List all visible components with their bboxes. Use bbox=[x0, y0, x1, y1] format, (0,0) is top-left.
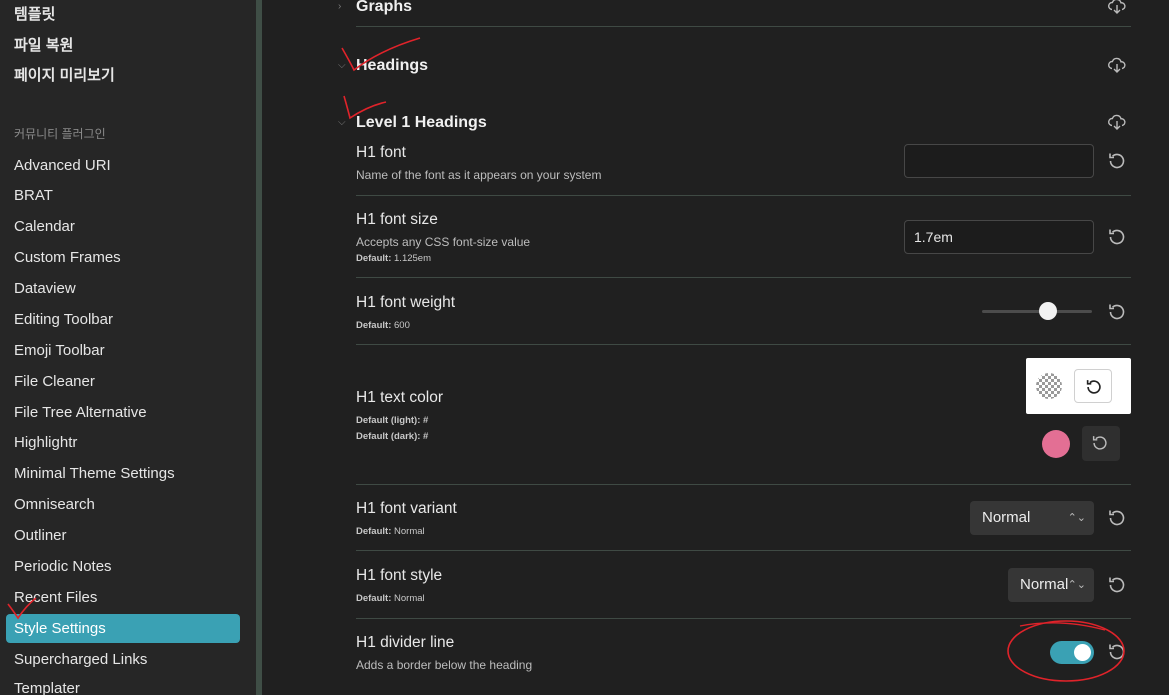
divider bbox=[356, 618, 1131, 619]
sidebar-item-file-recovery[interactable]: 파일 복원 bbox=[6, 31, 240, 60]
setting-default-light: Default (light): # bbox=[356, 415, 429, 426]
sidebar-item-dataview[interactable]: Dataview bbox=[6, 274, 240, 303]
light-color-picker bbox=[1026, 358, 1131, 414]
reset-icon[interactable] bbox=[1106, 641, 1128, 663]
setting-default-h1-font-weight: Default: 600 bbox=[356, 320, 410, 331]
sidebar-item-advanced-uri[interactable]: Advanced URI bbox=[6, 151, 240, 180]
reset-icon[interactable] bbox=[1106, 301, 1128, 323]
setting-title-h1-text-color: H1 text color bbox=[356, 389, 444, 406]
sidebar-section-community-plugins: 커뮤니티 플러그인 bbox=[14, 127, 106, 141]
setting-default-h1-font-variant: Default: Normal bbox=[356, 526, 425, 537]
sidebar-item-minimal-theme-settings[interactable]: Minimal Theme Settings bbox=[6, 459, 240, 488]
reset-icon[interactable] bbox=[1106, 507, 1128, 529]
chevron-down-icon: ⌵ bbox=[338, 60, 346, 71]
sidebar-item-omnisearch[interactable]: Omnisearch bbox=[6, 490, 240, 519]
sidebar-item-custom-frames[interactable]: Custom Frames bbox=[6, 243, 240, 272]
setting-default-h1-font-style: Default: Normal bbox=[356, 593, 425, 604]
download-icon[interactable] bbox=[1107, 0, 1127, 16]
sidebar-item-outliner[interactable]: Outliner bbox=[6, 521, 240, 550]
sidebar-item-templates[interactable]: 템플릿 bbox=[6, 0, 240, 29]
toggle-knob bbox=[1074, 644, 1091, 661]
chevron-down-icon: ⌵ bbox=[338, 117, 346, 128]
dark-color-reset-button[interactable] bbox=[1082, 426, 1120, 461]
sidebar-item-brat[interactable]: BRAT bbox=[6, 181, 240, 210]
sidebar-item-file-tree-alternative[interactable]: File Tree Alternative bbox=[6, 398, 240, 427]
chevron-right-icon: › bbox=[338, 1, 342, 12]
setting-title-h1-font-style: H1 font style bbox=[356, 567, 443, 584]
sidebar-item-periodic-notes[interactable]: Periodic Notes bbox=[6, 552, 240, 581]
setting-desc-h1-font-size: Accepts any CSS font-size value bbox=[356, 235, 531, 249]
sidebar-item-style-settings[interactable]: Style Settings bbox=[6, 614, 240, 643]
sidebar-item-file-cleaner[interactable]: File Cleaner bbox=[6, 367, 240, 396]
chevron-updown-icon: ⌃⌄ bbox=[1067, 512, 1086, 524]
divider bbox=[356, 26, 1131, 27]
setting-title-h1-divider-line: H1 divider line bbox=[356, 634, 455, 651]
font-weight-slider-track[interactable] bbox=[982, 310, 1092, 313]
font-style-select[interactable]: Normal ⌃⌄ bbox=[1008, 568, 1094, 602]
setting-default-dark: Default (dark): # bbox=[356, 431, 429, 442]
setting-default-h1-font-size: Default: 1.125em bbox=[356, 253, 431, 264]
divider bbox=[356, 344, 1131, 345]
sidebar-item-editing-toolbar[interactable]: Editing Toolbar bbox=[6, 305, 240, 334]
reset-icon[interactable] bbox=[1106, 226, 1128, 248]
settings-main: › Graphs ⌵ Headings ⌵ Level 1 Headings H… bbox=[262, 0, 1169, 695]
sidebar-item-page-preview[interactable]: 페이지 미리보기 bbox=[6, 61, 240, 90]
sidebar-item-recent-files[interactable]: Recent Files bbox=[6, 583, 240, 612]
section-header-graphs[interactable]: Graphs bbox=[356, 0, 412, 16]
setting-desc-h1-divider-line: Adds a border below the heading bbox=[356, 658, 533, 672]
font-variant-select[interactable]: Normal ⌃⌄ bbox=[970, 501, 1094, 535]
download-icon[interactable] bbox=[1107, 55, 1127, 75]
divider bbox=[356, 484, 1131, 485]
setting-desc-h1-font: Name of the font as it appears on your s… bbox=[356, 168, 602, 182]
divider-line-toggle[interactable] bbox=[1050, 641, 1094, 664]
divider bbox=[356, 550, 1131, 551]
sidebar-item-calendar[interactable]: Calendar bbox=[6, 212, 240, 241]
chevron-updown-icon: ⌃⌄ bbox=[1067, 579, 1086, 591]
font-weight-slider-thumb[interactable] bbox=[1039, 302, 1057, 320]
sidebar-item-emoji-toolbar[interactable]: Emoji Toolbar bbox=[6, 336, 240, 365]
sidebar-item-supercharged-links[interactable]: Supercharged Links bbox=[6, 645, 240, 674]
sidebar: 템플릿 파일 복원 페이지 미리보기 커뮤니티 플러그인 Advanced UR… bbox=[0, 0, 256, 695]
dark-color-swatch[interactable] bbox=[1042, 430, 1070, 458]
setting-title-h1-font-size: H1 font size bbox=[356, 211, 438, 228]
section-header-level1-headings[interactable]: Level 1 Headings bbox=[356, 114, 487, 132]
setting-title-h1-font: H1 font bbox=[356, 144, 406, 161]
reset-icon[interactable] bbox=[1106, 150, 1128, 172]
divider bbox=[356, 277, 1131, 278]
divider bbox=[356, 195, 1131, 196]
transparent-color-swatch[interactable] bbox=[1036, 373, 1062, 399]
sidebar-item-templater[interactable]: Templater bbox=[6, 674, 240, 695]
setting-title-h1-font-weight: H1 font weight bbox=[356, 294, 456, 311]
h1-font-input[interactable] bbox=[904, 144, 1094, 178]
download-icon[interactable] bbox=[1107, 112, 1127, 132]
h1-font-size-input[interactable] bbox=[904, 220, 1094, 254]
sidebar-item-highlightr[interactable]: Highlightr bbox=[6, 428, 240, 457]
light-color-reset-button[interactable] bbox=[1074, 369, 1112, 403]
reset-icon[interactable] bbox=[1106, 574, 1128, 596]
setting-title-h1-font-variant: H1 font variant bbox=[356, 500, 457, 517]
section-header-headings[interactable]: Headings bbox=[356, 57, 428, 75]
